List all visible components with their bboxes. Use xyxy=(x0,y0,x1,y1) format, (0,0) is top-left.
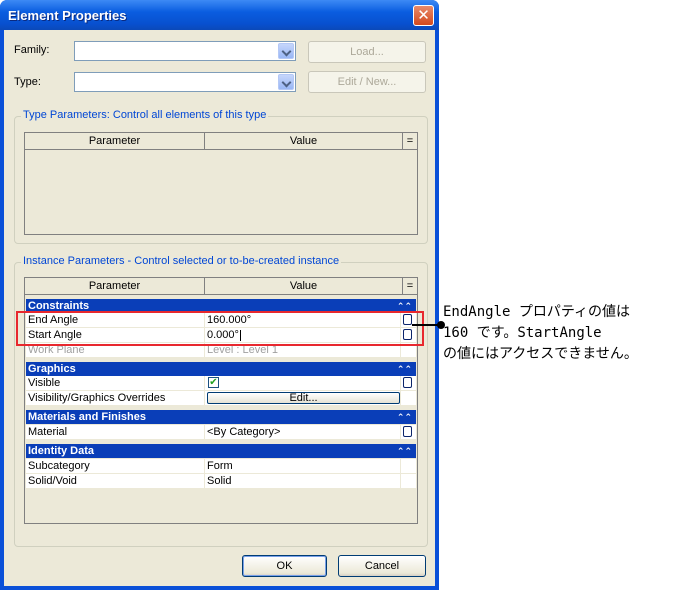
collapse-icon[interactable]: ⌃⌃ xyxy=(397,410,412,424)
type-combo[interactable] xyxy=(74,72,296,92)
collapse-icon[interactable]: ⌃⌃ xyxy=(397,362,412,376)
close-icon: ✕ xyxy=(417,6,430,24)
param-toggle[interactable] xyxy=(401,425,413,440)
instance-parameters-group: Instance Parameters - Control selected o… xyxy=(14,255,428,547)
table-row[interactable]: Solid/Void Solid xyxy=(26,474,416,489)
visible-checkbox[interactable]: ✔ xyxy=(208,377,219,388)
param-name: Subcategory xyxy=(26,459,205,474)
close-button[interactable]: ✕ xyxy=(413,5,434,26)
callout-line-1: EndAngle プロパティの値は xyxy=(443,304,631,320)
param-toggle xyxy=(401,459,413,474)
dialog-title: Element Properties xyxy=(8,8,127,23)
column-header-equals[interactable]: = xyxy=(403,133,417,150)
column-header-parameter[interactable]: Parameter xyxy=(25,278,205,295)
param-toggle xyxy=(401,474,413,489)
param-value[interactable]: <By Category> xyxy=(205,425,401,440)
family-combo[interactable] xyxy=(74,41,296,61)
param-value[interactable]: ✔ xyxy=(205,376,401,391)
type-parameters-group: Type Parameters: Control all elements of… xyxy=(14,109,428,244)
callout-line-3: の値にはアクセスできません。 xyxy=(443,346,638,362)
table-row[interactable]: Visible ✔ xyxy=(26,376,416,391)
param-value-text: <By Category> xyxy=(207,426,281,438)
highlight-box xyxy=(16,311,424,346)
param-value[interactable]: Edit... xyxy=(205,391,401,406)
param-name: Visible xyxy=(26,376,205,391)
instance-parameters-title: Instance Parameters - Control selected o… xyxy=(21,255,342,267)
table-row[interactable]: Visibility/Graphics Overrides Edit... xyxy=(26,391,416,406)
param-name: Visibility/Graphics Overrides xyxy=(26,391,205,406)
callout-line-2: 160 です。StartAngle xyxy=(443,325,602,341)
square-icon[interactable] xyxy=(403,426,412,437)
category-graphics[interactable]: Graphics ⌃⌃ xyxy=(26,362,416,376)
table-row[interactable]: Subcategory Form xyxy=(26,459,416,474)
param-value-text: Form xyxy=(207,460,233,472)
column-header-equals[interactable]: = xyxy=(403,278,417,295)
category-materials[interactable]: Materials and Finishes ⌃⌃ xyxy=(26,410,416,424)
category-label: Materials and Finishes xyxy=(28,411,146,423)
category-label: Graphics xyxy=(28,363,76,375)
param-toggle[interactable] xyxy=(401,376,413,391)
column-header-value[interactable]: Value xyxy=(205,133,403,150)
title-bar[interactable]: Element Properties ✕ xyxy=(0,0,439,30)
element-properties-dialog: Element Properties ✕ Family: Load... Typ… xyxy=(0,0,439,590)
callout-text: EndAngle プロパティの値は 160 です。StartAngle の値には… xyxy=(443,302,683,365)
cancel-button[interactable]: Cancel xyxy=(338,555,426,577)
category-identity[interactable]: Identity Data ⌃⌃ xyxy=(26,444,416,458)
chevron-down-icon[interactable] xyxy=(278,74,294,90)
table-row[interactable]: Material <By Category> xyxy=(26,425,416,440)
column-header-value[interactable]: Value xyxy=(205,278,403,295)
chevron-down-icon[interactable] xyxy=(278,43,294,59)
dialog-client: Family: Load... Type: Edit / New... Type… xyxy=(4,30,435,586)
param-toggle xyxy=(401,391,413,406)
family-label: Family: xyxy=(14,44,50,56)
load-button[interactable]: Load... xyxy=(308,41,426,63)
param-name: Solid/Void xyxy=(26,474,205,489)
param-value[interactable]: Form xyxy=(205,459,401,474)
square-icon[interactable] xyxy=(403,377,412,388)
collapse-icon[interactable]: ⌃⌃ xyxy=(397,444,412,458)
param-name: Material xyxy=(26,425,205,440)
edit-new-button[interactable]: Edit / New... xyxy=(308,71,426,93)
column-header-parameter[interactable]: Parameter xyxy=(25,133,205,150)
param-value-text: Solid xyxy=(207,475,232,487)
param-value[interactable]: Solid xyxy=(205,474,401,489)
ok-button[interactable]: OK xyxy=(242,555,327,577)
type-parameters-title: Type Parameters: Control all elements of… xyxy=(21,109,269,121)
category-label: Identity Data xyxy=(28,445,95,457)
type-parameters-grid[interactable]: Parameter Value = xyxy=(24,132,418,235)
type-label: Type: xyxy=(14,76,41,88)
edit-overrides-button[interactable]: Edit... xyxy=(207,392,400,404)
